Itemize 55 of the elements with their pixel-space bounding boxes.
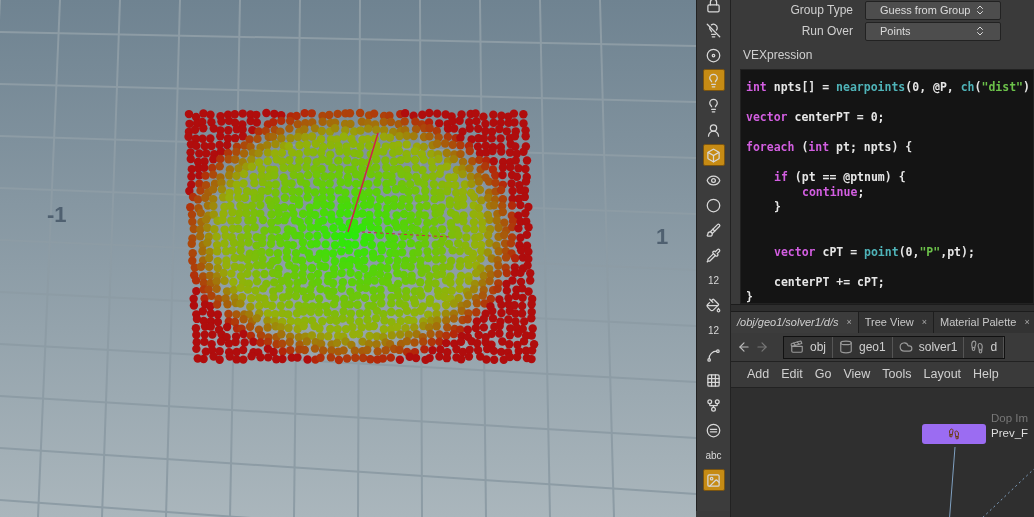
menu-item[interactable]: Layout	[923, 365, 962, 384]
menu-item[interactable]: Add	[747, 365, 770, 384]
breadcrumb[interactable]: geo1	[833, 336, 893, 358]
network-editor[interactable]: Dop Im Prev_F	[731, 388, 1034, 517]
chevrons-icon	[974, 25, 986, 37]
tool-button[interactable]: 12	[702, 319, 725, 341]
node-name: Prev_F	[991, 426, 1029, 441]
parameter-dropdown[interactable]: Points	[865, 21, 1001, 41]
code-line: continue;	[802, 185, 865, 200]
code-line: vector cPT = point(0,"P",pt);	[774, 245, 975, 260]
close-icon[interactable]: ×	[1024, 315, 1030, 330]
parameter-dropdown[interactable]: Guess from Group	[865, 0, 1001, 20]
code-line: int npts[] = nearpoints(0, @P, ch("dist")	[746, 80, 1030, 95]
lightbulb-icon[interactable]	[702, 69, 725, 91]
node-type-icon	[898, 340, 913, 354]
tool-button[interactable]: abc	[702, 444, 725, 466]
menu-item[interactable]: Go	[814, 365, 832, 384]
code-line: }	[774, 200, 781, 215]
tool-button[interactable]: 12	[702, 269, 725, 291]
forward-icon	[755, 340, 769, 354]
axis-label: 1	[656, 223, 669, 251]
back-icon	[737, 340, 751, 354]
breadcrumb[interactable]: d	[964, 336, 1005, 358]
code-editor[interactable]: int npts[] = nearpoints(0, @P, ch("dist") vector centerPT = 0; foreach (int pt; npts) { if (pt == @ptnum) { continue; } vector cPT = point(0,"P",pt); centerPT += cPT; }	[740, 69, 1034, 304]
parameter-label: Group Type	[789, 2, 854, 19]
node-type-icon	[970, 340, 985, 354]
code-line: }	[746, 290, 753, 303]
close-icon[interactable]: ×	[921, 315, 927, 330]
breadcrumb[interactable]: obj	[784, 336, 833, 358]
chevrons-icon	[974, 4, 986, 16]
menu-item[interactable]: Help	[973, 365, 999, 384]
node-type-icon	[839, 340, 853, 354]
code-line: if (pt == @ptnum) {	[774, 170, 906, 185]
node-icon	[948, 428, 960, 440]
pane-tab[interactable]: Tree View ×	[858, 312, 934, 333]
node-type-icon	[790, 340, 804, 354]
menu-item[interactable]: View	[843, 365, 871, 384]
axis-label: -1	[47, 201, 67, 229]
breadcrumb[interactable]: solver1	[892, 336, 965, 358]
code-line: foreach (int pt; npts) {	[746, 140, 913, 155]
code-line: vector centerPT = 0;	[746, 110, 885, 125]
node-type-label: Dop Im	[991, 411, 1029, 426]
pane-tab[interactable]: /obj/geo1/solver1/d/s ×	[731, 312, 859, 333]
parameter-label: Run Over	[800, 23, 854, 40]
cube-icon[interactable]	[702, 144, 725, 166]
dop-import-node[interactable]	[922, 424, 986, 444]
close-icon[interactable]: ×	[846, 315, 852, 330]
section-label: VEXpression	[742, 47, 814, 64]
pane-tab[interactable]: Material Palette ×	[933, 312, 1034, 333]
wire-line	[947, 446, 956, 517]
image-icon[interactable]	[702, 469, 725, 491]
code-line: centerPT += cPT;	[774, 275, 885, 290]
axis-gizmo-icon	[347, 132, 451, 238]
menu-item[interactable]: Edit	[781, 365, 803, 384]
menu-item[interactable]: Tools	[882, 365, 912, 384]
